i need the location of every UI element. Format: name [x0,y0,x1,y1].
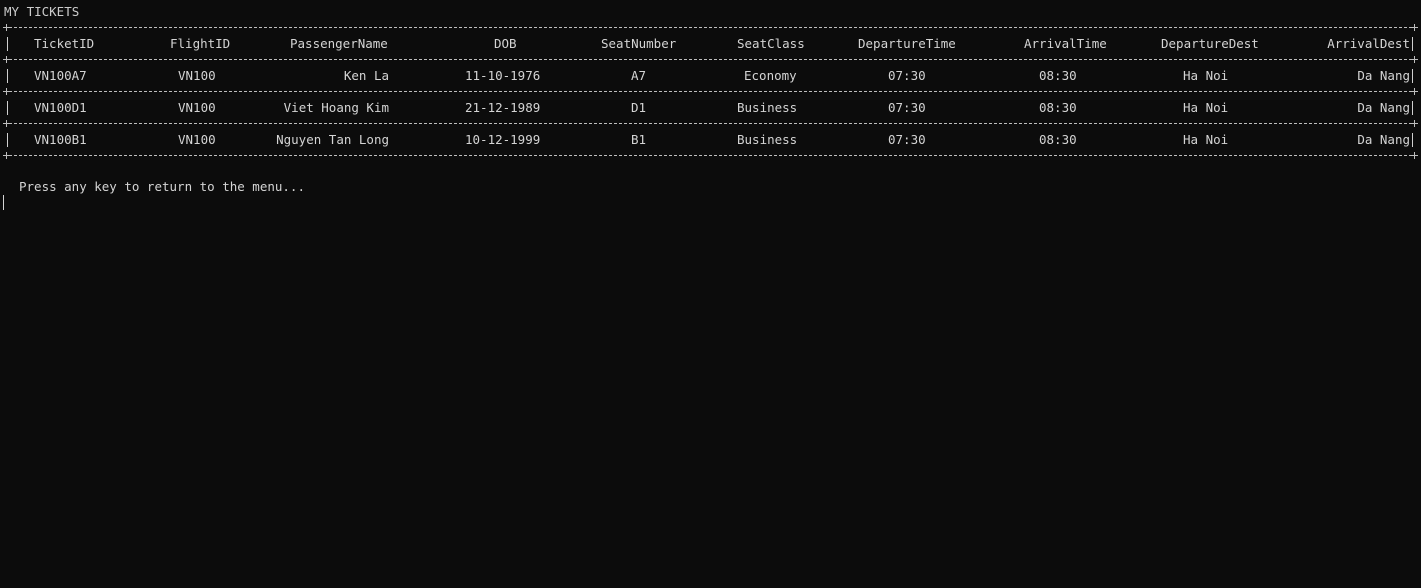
header-seatclass: SeatClass [737,36,805,51]
right-border [1412,133,1413,147]
cell-arrivaldest: Da Nang [1357,68,1410,83]
header-seatnumber: SeatNumber [601,36,677,51]
cell-departuredest: Ha Noi [1183,68,1229,83]
cell-arrivaldest: Da Nang [1357,100,1410,115]
table-row: VN100D1 VN100 Viet Hoang Kim 21-12-1989 … [0,92,1421,123]
cell-passengername: Ken La [343,68,389,83]
cell-passengername: Nguyen Tan Long [276,132,389,147]
cell-flightid: VN100 [178,132,216,147]
cell-departuredest: Ha Noi [1183,132,1229,147]
page-title: MY TICKETS [4,4,80,19]
left-border [7,69,8,83]
left-border [7,133,8,147]
table-row: VN100B1 VN100 Nguyen Tan Long 10-12-1999… [0,124,1421,155]
cell-ticketid: VN100B1 [34,132,87,147]
cell-arrivaltime: 08:30 [1039,132,1077,147]
header-arrivaldest: ArrivalDest [1327,36,1410,51]
header-dob: DOB [494,36,517,51]
cell-seatnumber: D1 [631,100,647,115]
cell-seatnumber: B1 [631,132,647,147]
terminal-window[interactable]: MY TICKETS TicketID FlightID PassengerNa… [0,0,1421,588]
right-border [1412,101,1413,115]
cell-arrivaldest: Da Nang [1357,132,1410,147]
cell-flightid: VN100 [178,100,216,115]
cell-ticketid: VN100A7 [34,68,87,83]
header-passengername: PassengerName [290,36,388,51]
header-arrivaltime: ArrivalTime [1024,36,1107,51]
cell-arrivaltime: 08:30 [1039,68,1077,83]
return-prompt: Press any key to return to the menu... [19,179,305,194]
cell-departuretime: 07:30 [888,100,926,115]
cell-departuretime: 07:30 [888,68,926,83]
cell-seatnumber: A7 [631,68,647,83]
header-departuredest: DepartureDest [1161,36,1259,51]
table-border-bottom [3,152,1418,159]
left-border [7,37,8,51]
text-cursor [3,195,4,210]
cell-passengername: Viet Hoang Kim [283,100,389,115]
right-border [1412,37,1413,51]
cell-ticketid: VN100D1 [34,100,87,115]
right-border [1412,69,1413,83]
cell-dob: 21-12-1989 [465,100,541,115]
left-border [7,101,8,115]
cell-arrivaltime: 08:30 [1039,100,1077,115]
header-departuretime: DepartureTime [858,36,956,51]
cell-seatclass: Economy [744,68,797,83]
cell-departuredest: Ha Noi [1183,100,1229,115]
table-row: VN100A7 VN100 Ken La 11-10-1976 A7 Econo… [0,60,1421,91]
cell-seatclass: Business [737,100,798,115]
cell-dob: 10-12-1999 [465,132,541,147]
cell-departuretime: 07:30 [888,132,926,147]
cell-seatclass: Business [737,132,798,147]
header-ticketid: TicketID [34,36,95,51]
cell-dob: 11-10-1976 [465,68,541,83]
cell-flightid: VN100 [178,68,216,83]
table-header-row: TicketID FlightID PassengerName DOB Seat… [0,28,1421,59]
header-flightid: FlightID [170,36,231,51]
